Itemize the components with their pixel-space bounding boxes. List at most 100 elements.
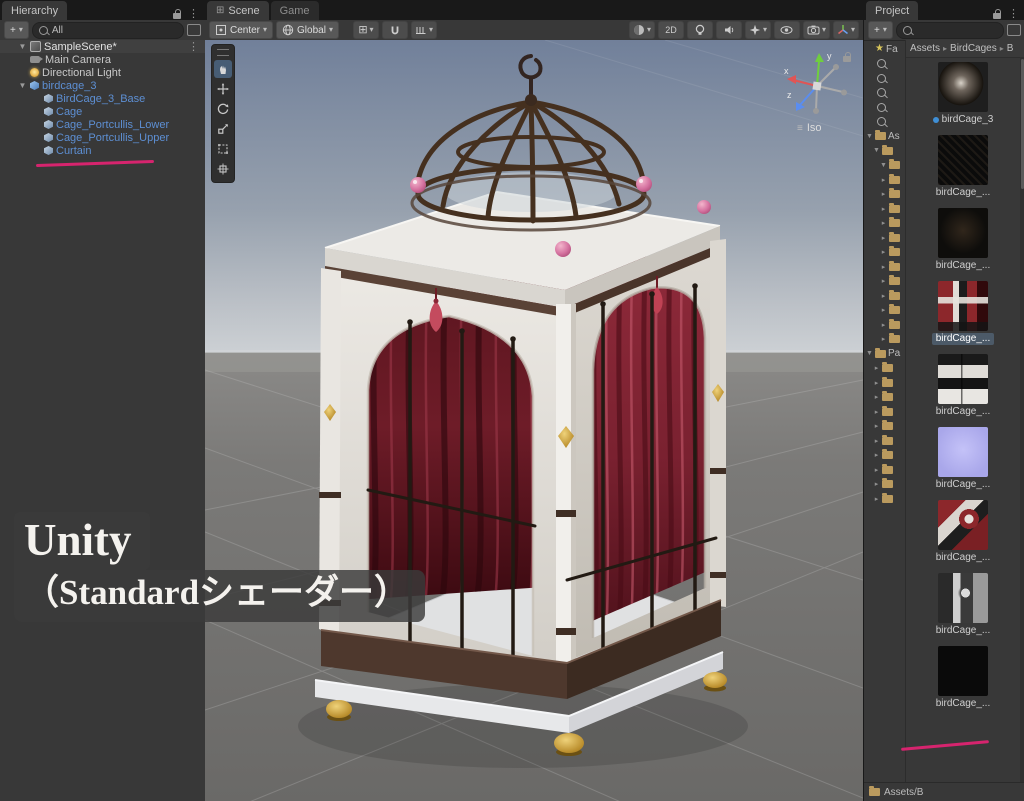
expand-arrow-icon[interactable]: ▸ [880, 176, 887, 184]
expand-arrow-icon[interactable]: ▸ [880, 321, 887, 329]
expand-arrow-icon[interactable]: ▸ [880, 219, 887, 227]
panel-menu-icon[interactable]: ⋮ [1008, 7, 1019, 20]
project-tree-item[interactable] [864, 86, 905, 101]
rotate-tool-button[interactable] [214, 100, 232, 118]
view-tool-button[interactable] [214, 60, 232, 78]
asset-thumbnail[interactable] [937, 500, 988, 550]
hierarchy-item[interactable]: Directional Light [0, 66, 205, 79]
project-tree-item[interactable]: ▸ [864, 463, 905, 478]
palette-drag-handle[interactable] [217, 49, 229, 56]
expand-arrow-icon[interactable]: ▸ [880, 234, 887, 242]
expand-arrow-icon[interactable]: ▸ [873, 422, 880, 430]
project-tree-item[interactable] [864, 57, 905, 72]
project-tree-item[interactable]: ▸ [864, 231, 905, 246]
hierarchy-item[interactable]: ▼ birdcage_3 [0, 79, 205, 92]
asset-item[interactable]: birdCage_... [932, 208, 994, 272]
asset-item[interactable]: birdCage_... [932, 646, 994, 710]
lighting-toggle-button[interactable] [686, 21, 713, 39]
project-tree-item[interactable]: ▸ [864, 318, 905, 333]
pivot-mode-button[interactable]: Center ▾ [209, 21, 274, 39]
hierarchy-item[interactable]: Cage_Portcullis_Upper [0, 131, 205, 144]
expand-arrow-icon[interactable]: ▸ [880, 263, 887, 271]
hierarchy-scene-row[interactable]: ▼ SampleScene* ⋮ [0, 40, 205, 53]
scene-visibility-button[interactable] [773, 21, 800, 39]
create-asset-button[interactable]: + ▾ [868, 21, 893, 39]
project-search-input[interactable] [895, 21, 1004, 39]
asset-item[interactable]: birdCage_3 [929, 62, 998, 126]
project-tree-item[interactable]: ▼ [864, 158, 905, 173]
asset-thumbnail[interactable] [937, 646, 988, 696]
expand-arrow-icon[interactable]: ▸ [873, 451, 880, 459]
project-tree-item[interactable]: ★ Fa [864, 42, 905, 57]
asset-item[interactable]: birdCage_... [932, 354, 994, 418]
expand-arrow-icon[interactable]: ▸ [880, 205, 887, 213]
tab-game[interactable]: Game [270, 1, 319, 20]
scene-menu-icon[interactable]: ⋮ [188, 40, 199, 53]
asset-item[interactable]: birdCage_... [932, 500, 994, 564]
shading-mode-button[interactable]: ▾ [628, 21, 655, 39]
project-tree-item[interactable]: ▼ [864, 144, 905, 159]
hierarchy-item[interactable]: Main Camera [0, 53, 205, 66]
gizmo-lock-icon[interactable] [843, 52, 851, 62]
project-tree-item[interactable]: ▸ [864, 434, 905, 449]
expand-arrow-icon[interactable]: ▸ [873, 379, 880, 387]
tab-scene[interactable]: ⊞ Scene [207, 1, 269, 20]
asset-item[interactable]: birdCage_... [931, 281, 995, 345]
hierarchy-item[interactable]: Curtain [0, 144, 205, 157]
expand-arrow-icon[interactable]: ▸ [873, 408, 880, 416]
expand-arrow-icon[interactable]: ▸ [880, 306, 887, 314]
transform-tool-button[interactable] [214, 160, 232, 178]
expand-arrow-icon[interactable]: ▸ [880, 335, 887, 343]
effects-dropdown-button[interactable]: ▾ [744, 21, 771, 39]
expand-arrow-icon[interactable]: ▼ [18, 81, 27, 90]
project-tree-item[interactable]: ▸ [864, 289, 905, 304]
asset-item[interactable]: birdCage_... [932, 135, 994, 199]
expand-arrow-icon[interactable]: ▸ [873, 466, 880, 474]
panel-menu-icon[interactable]: ⋮ [188, 7, 199, 20]
expand-arrow-icon[interactable]: ▸ [873, 480, 880, 488]
breadcrumb-item[interactable]: Assets [910, 43, 940, 54]
project-tree-item[interactable] [864, 115, 905, 130]
asset-item[interactable]: birdCage_... [932, 573, 994, 637]
lock-icon[interactable] [173, 8, 181, 19]
project-tree-item[interactable]: ▸ [864, 492, 905, 507]
breadcrumb-item[interactable]: BirdCages [950, 43, 997, 54]
asset-thumbnail[interactable] [937, 573, 988, 623]
gizmos-dropdown-button[interactable]: ▾ [832, 21, 859, 39]
handle-space-button[interactable]: Global ▾ [276, 21, 339, 39]
expand-arrow-icon[interactable]: ▸ [880, 190, 887, 198]
project-tree-item[interactable]: ▼ As [864, 129, 905, 144]
hierarchy-search-input[interactable]: All [31, 21, 184, 39]
project-tree-item[interactable]: ▸ [864, 245, 905, 260]
2d-toggle-button[interactable]: 2D [657, 21, 684, 39]
expand-arrow-icon[interactable]: ▸ [880, 248, 887, 256]
project-tree-item[interactable]: ▸ [864, 405, 905, 420]
camera-settings-button[interactable]: ▾ [802, 21, 830, 39]
project-tree-item[interactable]: ▸ [864, 303, 905, 318]
project-tree-item[interactable]: ▸ [864, 361, 905, 376]
audio-toggle-button[interactable] [715, 21, 742, 39]
project-tree-item[interactable]: ▸ [864, 376, 905, 391]
project-tree-item[interactable] [864, 100, 905, 115]
expand-arrow-icon[interactable]: ▸ [880, 277, 887, 285]
hierarchy-item[interactable]: Cage [0, 105, 205, 118]
breadcrumb-item[interactable]: B [1007, 43, 1014, 54]
asset-thumbnail[interactable] [938, 62, 988, 112]
project-tree-item[interactable]: ▸ [864, 274, 905, 289]
project-tree-item[interactable]: ▸ [864, 419, 905, 434]
project-tree-item[interactable]: ▸ [864, 202, 905, 217]
expand-arrow-icon[interactable]: ▼ [873, 147, 880, 154]
projection-mode-toggle[interactable]: ≡ Iso [797, 122, 822, 134]
asset-thumbnail[interactable] [937, 135, 988, 185]
expand-arrow-icon[interactable]: ▸ [873, 437, 880, 445]
rect-tool-button[interactable] [214, 140, 232, 158]
move-tool-button[interactable] [214, 80, 232, 98]
project-tree-item[interactable]: ▸ [864, 216, 905, 231]
snap-increment-button[interactable]: ▾ [410, 21, 437, 39]
expand-arrow-icon[interactable]: ▼ [18, 42, 27, 51]
project-scrollbar[interactable] [1020, 57, 1024, 783]
tab-hierarchy[interactable]: Hierarchy [2, 1, 68, 20]
asset-thumbnail[interactable] [937, 281, 988, 331]
expand-arrow-icon[interactable]: ▼ [866, 350, 873, 357]
project-tree-item[interactable]: ▼ Pa [864, 347, 905, 362]
